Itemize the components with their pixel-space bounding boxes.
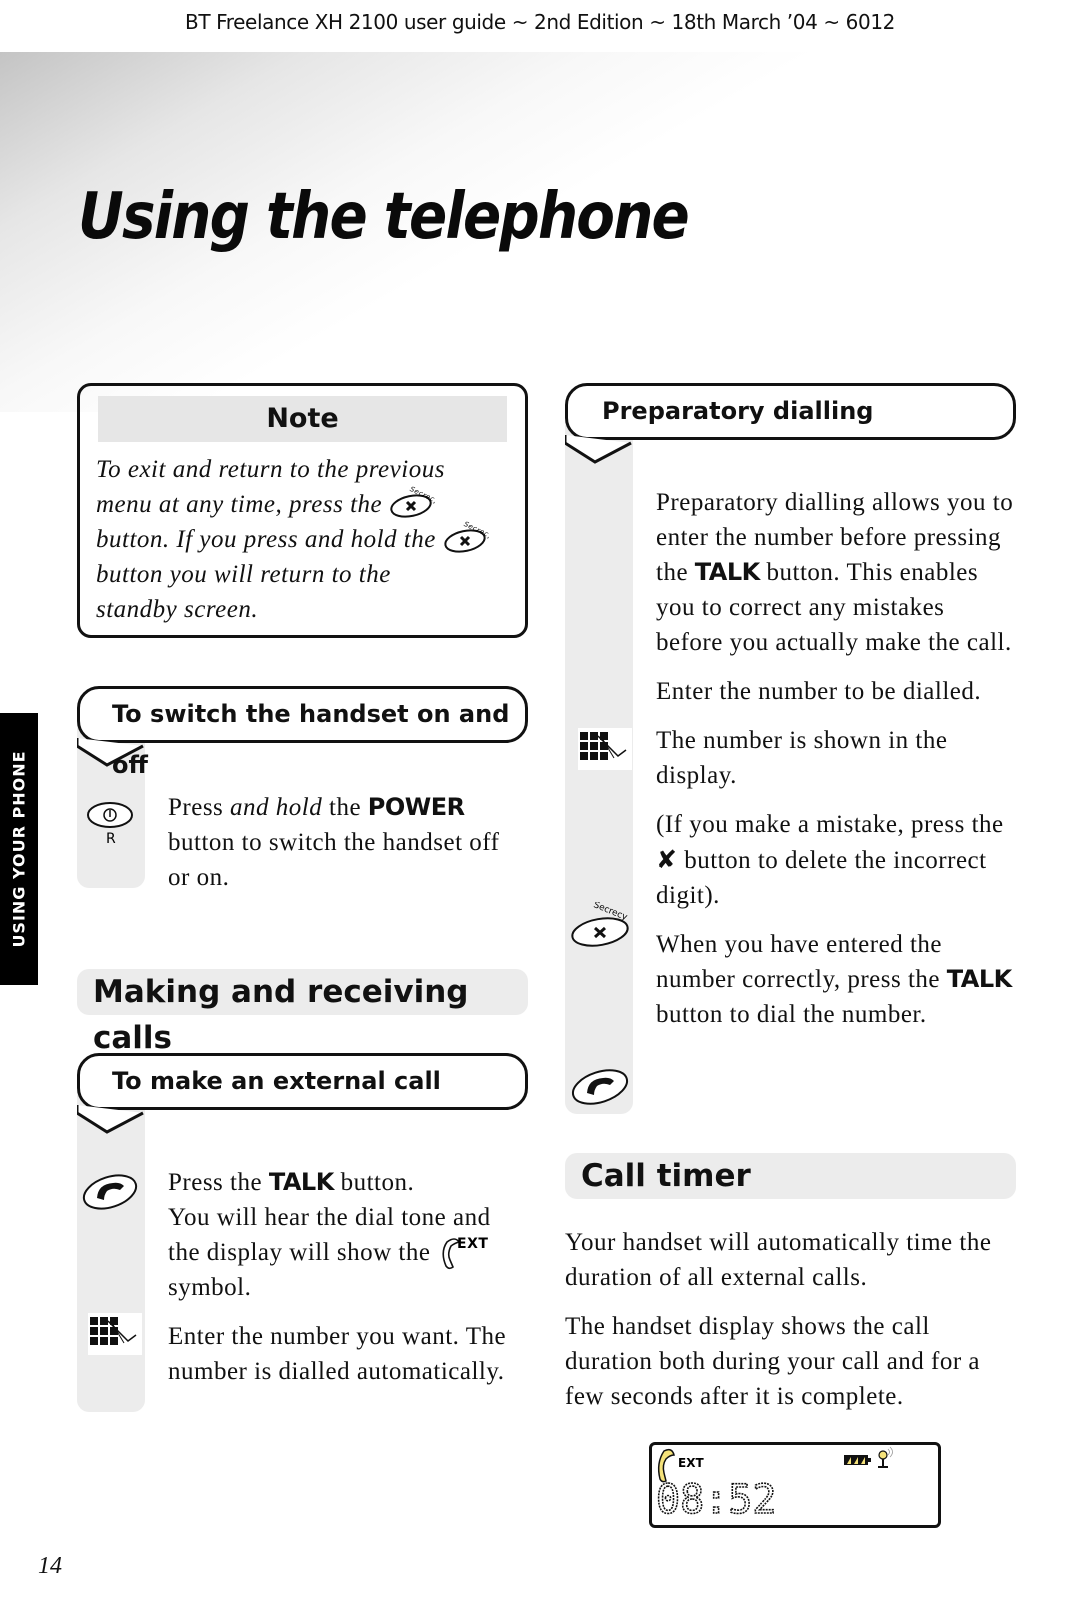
secrecy-button-icon: Secrecy — [570, 900, 634, 955]
secrecy-button-icon: Secrecy — [389, 485, 435, 518]
switch-text: Press and hold the POWER button to switc… — [168, 793, 500, 891]
svg-text:EXT: EXT — [457, 1236, 488, 1252]
switch-heading-bubble: To switch the handset on and off — [77, 686, 528, 779]
running-header: BT Freelance XH 2100 user guide ~ 2nd Ed… — [185, 10, 895, 34]
note-line: button. If you press and hold the Secrec… — [96, 520, 511, 557]
external-call-text: Press the TALK button. You will hear the… — [168, 1168, 507, 1385]
note-heading: Note — [98, 396, 507, 442]
signal-antenna-icon — [878, 1446, 893, 1468]
display-time: 08:52 — [656, 1477, 776, 1523]
note-text: menu at any time, press the — [96, 491, 383, 518]
display-line-label: EXT — [678, 1456, 704, 1470]
call-timer-text: Your handset will automatically time the… — [565, 1229, 992, 1410]
section-heading-text: Making and receiving calls — [93, 974, 469, 1056]
note-box: Note To exit and return to the previous … — [77, 383, 528, 638]
note-line: menu at any time, press the Secrecy — [96, 485, 511, 522]
note-text: button. If you press and hold the — [96, 526, 436, 553]
preparatory-heading: Preparatory dialling — [602, 397, 874, 425]
keypad-icon — [578, 728, 632, 775]
note-line: button you will return to the — [96, 561, 391, 588]
icon-column — [77, 1090, 145, 1412]
section-heading-text: Call timer — [581, 1158, 751, 1194]
external-call-heading: To make an external call — [112, 1067, 441, 1095]
preparatory-heading-bubble: Preparatory dialling — [565, 383, 1016, 440]
page-number: 14 — [38, 1553, 62, 1579]
handset-display: EXT 08:52 — [649, 1442, 941, 1528]
ext-handset-symbol: EXT — [437, 1236, 493, 1270]
keypad-icon — [88, 1313, 142, 1360]
note-body: To exit and return to the previous menu … — [96, 452, 511, 627]
section-heading-making-calls: Making and receiving calls — [77, 969, 528, 1056]
power-button-icon: R — [85, 797, 135, 852]
talk-button-icon — [570, 1066, 632, 1113]
section-heading-call-timer: Call timer — [565, 1153, 1016, 1199]
note-line: To exit and return to the previous — [96, 456, 445, 483]
switch-heading: To switch the handset on and off — [112, 700, 510, 779]
side-tab: USING YOUR PHONE — [0, 713, 38, 985]
external-call-heading-bubble: To make an external call — [77, 1053, 528, 1110]
secrecy-button-icon: Secrecy — [443, 520, 489, 553]
talk-button-icon — [80, 1172, 140, 1217]
bubble-tail — [77, 738, 144, 767]
side-tab-label: USING YOUR PHONE — [9, 750, 29, 948]
page-title: Using the telephone — [78, 180, 690, 254]
preparatory-text: Preparatory dialling allows you to enter… — [656, 489, 1014, 1028]
note-line: standby screen. — [96, 596, 259, 623]
bubble-tail — [77, 1105, 144, 1134]
bubble-tail — [565, 435, 632, 464]
svg-text:R: R — [106, 831, 116, 847]
battery-icon — [844, 1455, 871, 1465]
